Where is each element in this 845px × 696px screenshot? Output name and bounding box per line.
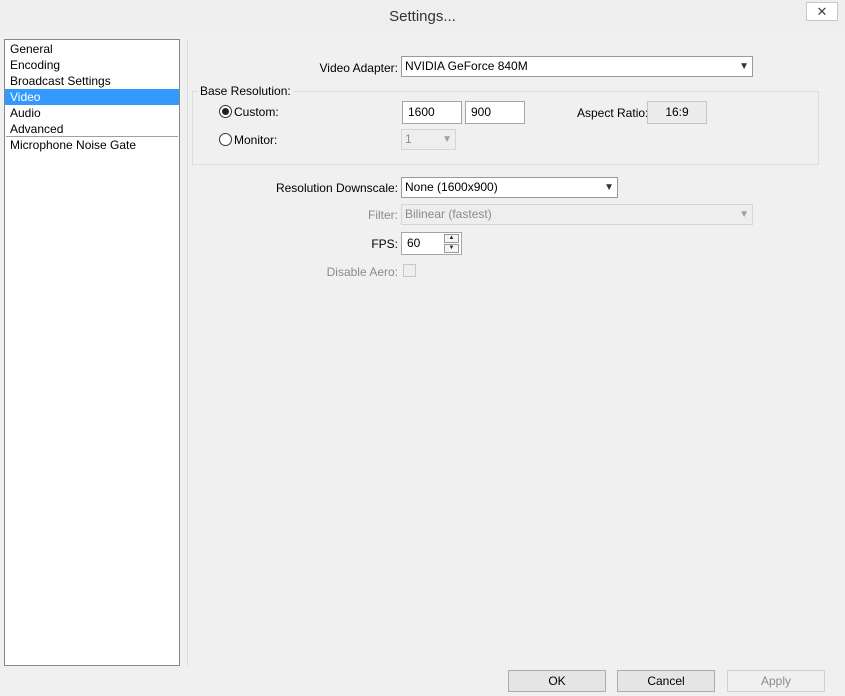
sidebar-item-general[interactable]: General (5, 41, 179, 57)
video-adapter-value: NVIDIA GeForce 840M (405, 59, 528, 73)
spin-down-icon[interactable]: ▼ (444, 244, 459, 253)
chevron-down-icon: ▼ (604, 182, 614, 193)
sidebar-item-broadcast-settings[interactable]: Broadcast Settings (5, 73, 179, 89)
monitor-select[interactable]: 1 ▼ (401, 129, 456, 150)
filter-label: Filter: (368, 208, 398, 222)
aspect-ratio-label: Aspect Ratio: (577, 106, 649, 120)
disable-aero-label: Disable Aero: (326, 265, 398, 279)
video-adapter-label: Video Adapter: (319, 61, 398, 75)
custom-height-input[interactable]: 900 (465, 101, 525, 124)
sidebar-item-microphone-noise-gate[interactable]: Microphone Noise Gate (5, 137, 179, 153)
video-adapter-select[interactable]: NVIDIA GeForce 840M ▼ (401, 56, 753, 77)
filter-select[interactable]: Bilinear (fastest) ▼ (401, 204, 753, 225)
monitor-value: 1 (405, 132, 412, 146)
chevron-down-icon: ▼ (442, 134, 452, 145)
close-button[interactable]: ✕ (806, 2, 838, 21)
fps-spinner: ▲ ▼ (444, 233, 461, 254)
custom-radio[interactable] (219, 105, 232, 118)
custom-width-input[interactable]: 1600 (402, 101, 462, 124)
monitor-radio[interactable] (219, 133, 232, 146)
sidebar-item-video[interactable]: Video (5, 89, 179, 105)
sidebar-item-advanced[interactable]: Advanced (5, 121, 179, 137)
close-icon: ✕ (816, 4, 828, 19)
ok-button[interactable]: OK (508, 670, 606, 692)
cancel-button[interactable]: Cancel (617, 670, 715, 692)
radio-selected-dot (222, 108, 229, 115)
sidebar-item-encoding[interactable]: Encoding (5, 57, 179, 73)
fps-label: FPS: (371, 237, 398, 251)
base-resolution-group-title: Base Resolution: (198, 84, 293, 98)
resolution-downscale-select[interactable]: None (1600x900) ▼ (401, 177, 618, 198)
settings-category-list: General Encoding Broadcast Settings Vide… (4, 39, 180, 666)
disable-aero-checkbox[interactable] (403, 264, 416, 277)
chevron-down-icon: ▼ (739, 209, 749, 220)
chevron-down-icon: ▼ (739, 61, 749, 72)
filter-value: Bilinear (fastest) (405, 207, 492, 221)
custom-label: Custom: (234, 105, 279, 119)
apply-button[interactable]: Apply (727, 670, 825, 692)
resolution-downscale-label: Resolution Downscale: (275, 181, 398, 195)
monitor-label: Monitor: (234, 133, 278, 147)
window-title: Settings... (389, 8, 456, 25)
sidebar-item-audio[interactable]: Audio (5, 105, 179, 121)
spin-up-icon[interactable]: ▲ (444, 234, 459, 243)
title-bar: Settings... ✕ (0, 0, 845, 32)
resolution-downscale-value: None (1600x900) (405, 180, 498, 194)
aspect-ratio-value: 16:9 (647, 101, 707, 124)
